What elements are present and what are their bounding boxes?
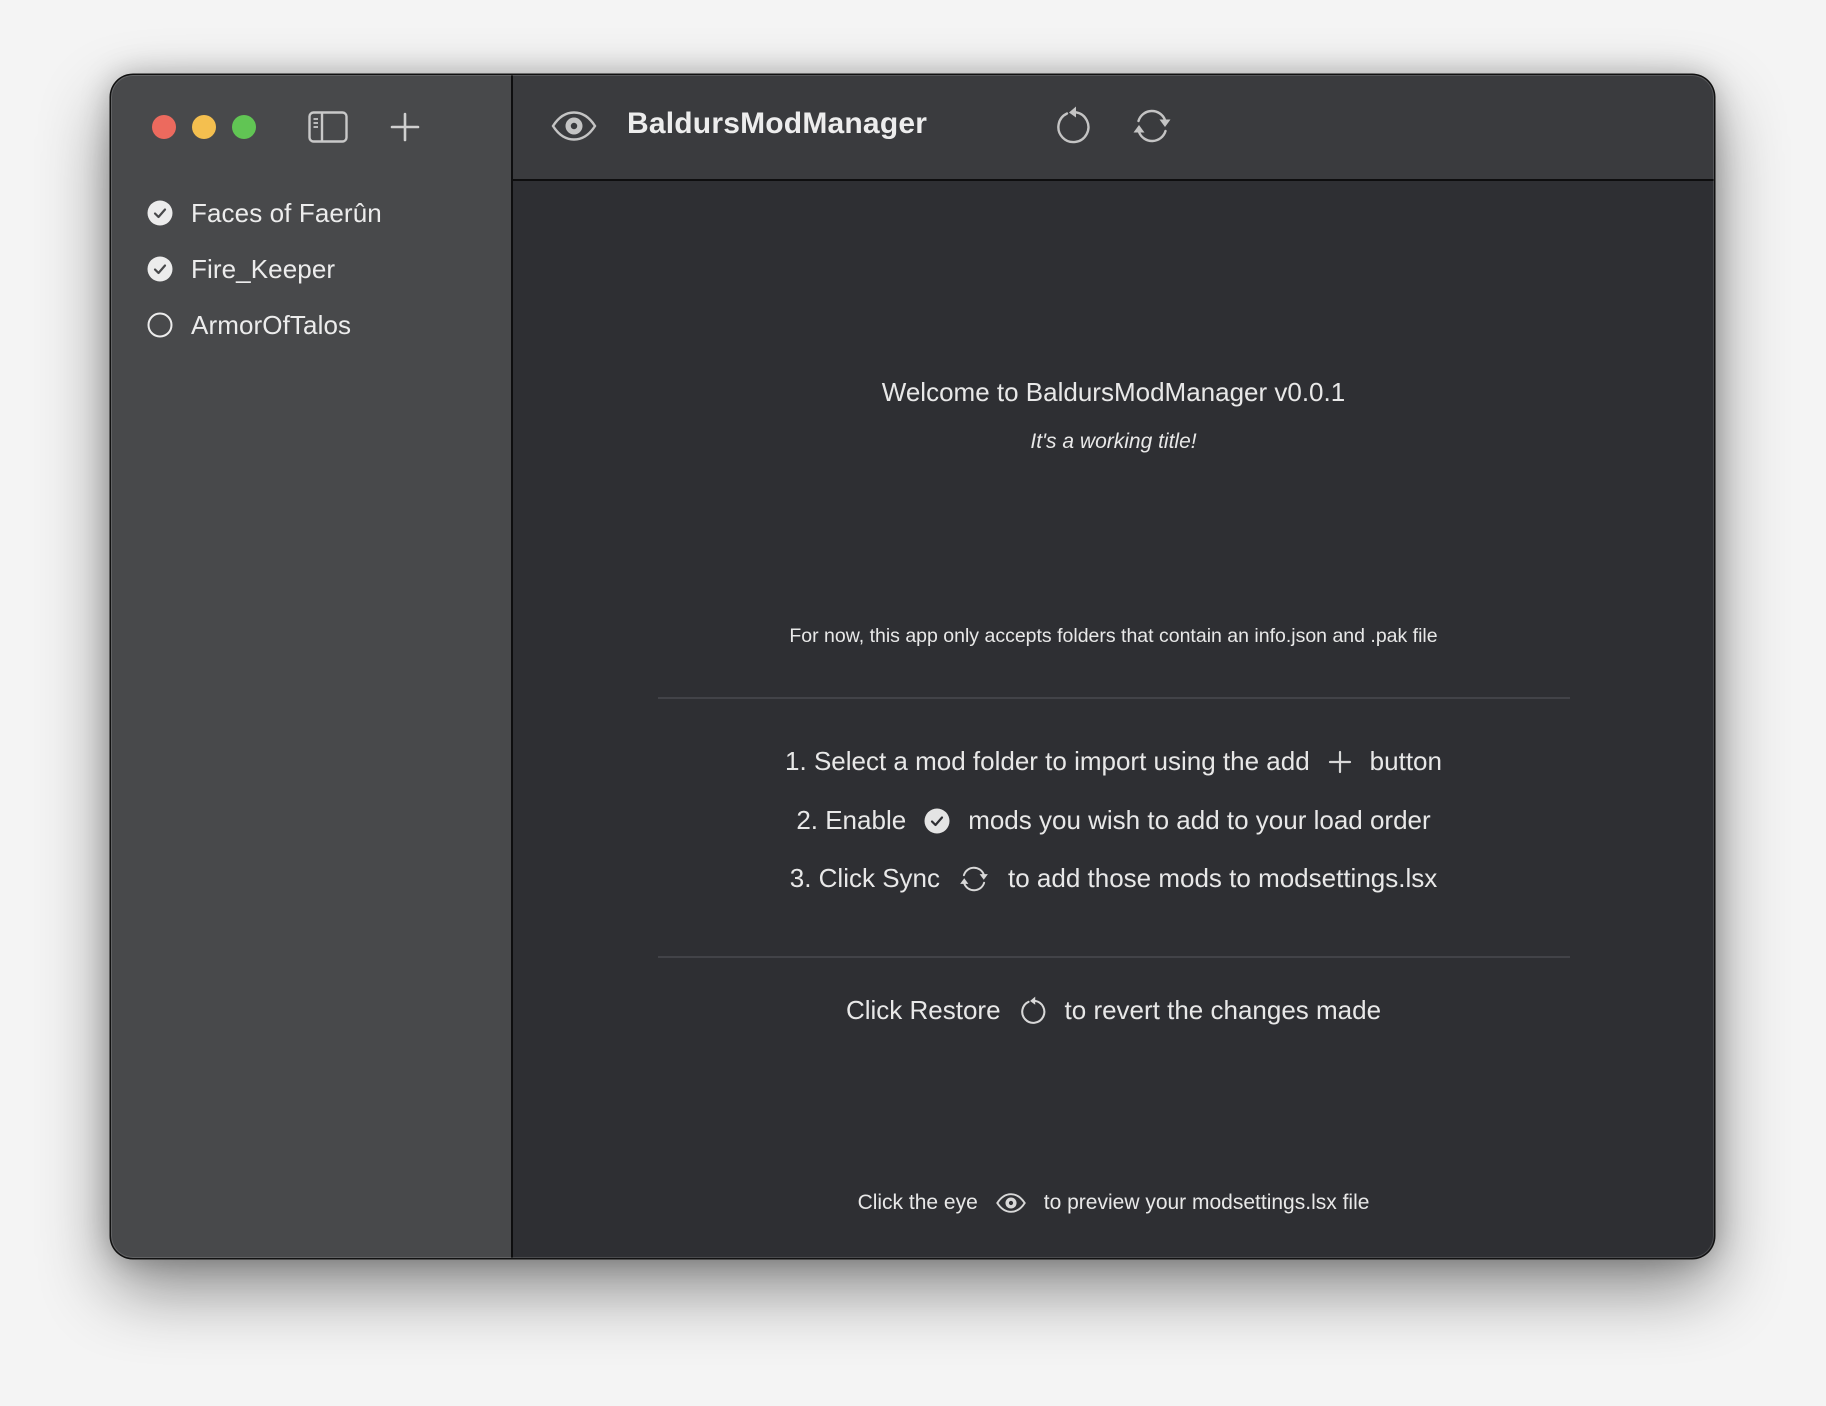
instruction-step-3: 3. Click Sync to add those mods to modse… <box>513 863 1714 894</box>
step-text: 2. Enable <box>796 805 907 835</box>
toggle-sidebar-button[interactable] <box>307 110 349 144</box>
divider <box>658 956 1570 958</box>
eye-hint: Click the eye to preview your modsetting… <box>513 1191 1714 1215</box>
plus-icon <box>1328 750 1352 774</box>
restore-icon <box>1054 106 1092 146</box>
step-text: 1. Select a mod folder to import using t… <box>785 746 1310 776</box>
sync-icon <box>958 864 990 894</box>
restore-icon <box>1019 996 1047 1026</box>
empty-circle-icon[interactable] <box>147 312 173 338</box>
checkmark-circle-icon <box>924 808 950 834</box>
hint-text: Click the eye <box>857 1191 978 1214</box>
restore-hint: Click Restore to revert the changes made <box>513 995 1714 1026</box>
welcome-panel: Welcome to BaldursModManager v0.0.1 It's… <box>513 181 1714 1258</box>
mod-list: Faces of Faerûn Fire_Keeper ArmorOfTalos <box>147 185 511 353</box>
mod-item[interactable]: Fire_Keeper <box>147 241 511 297</box>
step-text: to add those mods to modsettings.lsx <box>1008 863 1438 893</box>
mod-item[interactable]: Faces of Faerûn <box>147 185 511 241</box>
step-text: mods you wish to add to your load order <box>968 805 1431 835</box>
instruction-step-1: 1. Select a mod folder to import using t… <box>513 746 1714 777</box>
sidebar-left-icon <box>308 111 348 143</box>
app-window: Faces of Faerûn Fire_Keeper ArmorOfTalos… <box>111 75 1714 1258</box>
checkmark-circle-icon[interactable] <box>147 200 173 226</box>
zoom-window-button[interactable] <box>232 115 256 139</box>
preview-button[interactable] <box>551 108 597 144</box>
sync-icon <box>1131 106 1173 146</box>
mod-item[interactable]: ArmorOfTalos <box>147 297 511 353</box>
mod-name: Faces of Faerûn <box>191 197 382 228</box>
sync-button[interactable] <box>1130 105 1174 147</box>
toolbar: BaldursModManager <box>513 75 1714 181</box>
mod-name: Fire_Keeper <box>191 253 336 284</box>
eye-icon <box>995 1193 1026 1213</box>
plus-icon <box>390 112 420 142</box>
instruction-step-2: 2. Enable mods you wish to add to your l… <box>513 805 1714 836</box>
eye-icon <box>551 111 597 141</box>
welcome-heading: Welcome to BaldursModManager v0.0.1 <box>881 377 1346 407</box>
sidebar: Faces of Faerûn Fire_Keeper ArmorOfTalos <box>111 75 513 1258</box>
close-window-button[interactable] <box>152 115 176 139</box>
hint-text: to revert the changes made <box>1064 995 1382 1025</box>
restore-button[interactable] <box>1053 105 1093 147</box>
hint-text: to preview your modsettings.lsx file <box>1043 1191 1370 1214</box>
step-text: button <box>1369 746 1442 776</box>
add-mod-button[interactable] <box>388 108 422 146</box>
welcome-subtitle: It's a working title! <box>1030 430 1197 453</box>
divider <box>658 697 1570 699</box>
mod-name: ArmorOfTalos <box>191 309 352 340</box>
app-title: BaldursModManager <box>627 107 928 140</box>
hint-text: Click Restore <box>845 995 1001 1025</box>
minimize-window-button[interactable] <box>192 115 216 139</box>
checkmark-circle-icon[interactable] <box>147 256 173 282</box>
step-text: 3. Click Sync <box>789 863 941 893</box>
folder-requirement-note: For now, this app only accepts folders t… <box>789 625 1438 647</box>
